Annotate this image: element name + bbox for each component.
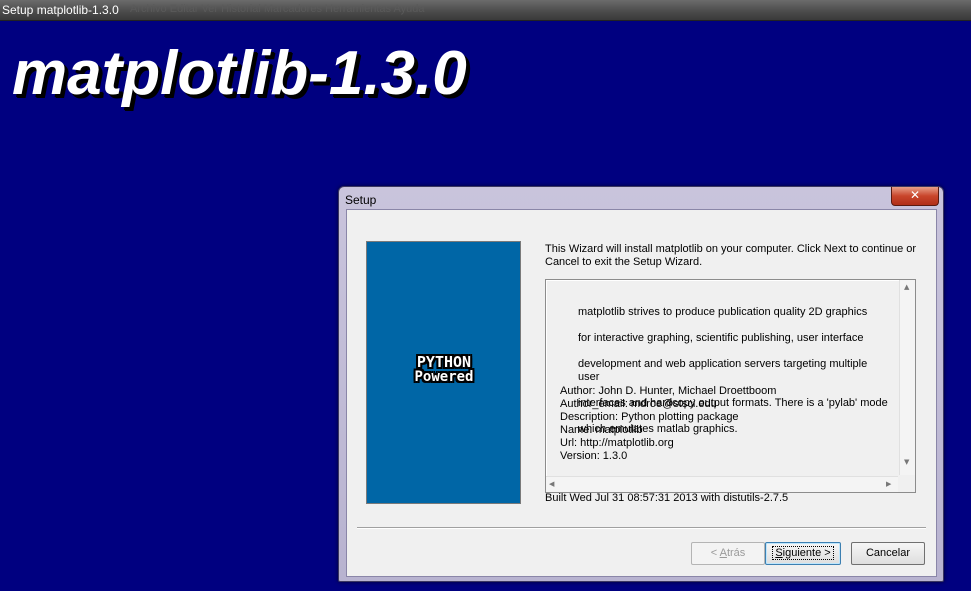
close-button[interactable]: ✕ [891, 187, 939, 206]
description-line: for interactive graphing, scientific pub… [578, 332, 864, 344]
back-button[interactable]: < Atrás [691, 542, 765, 565]
description-line: matplotlib strives to produce publicatio… [578, 306, 868, 318]
next-focus-ring: Siguiente > [772, 546, 834, 560]
python-powered-panel: PYTHON Powered [366, 241, 521, 504]
scroll-left-icon[interactable]: ◀ [549, 480, 554, 488]
back-accel: A [719, 547, 727, 559]
dialog-client-area: PYTHON Powered This Wizard will install … [346, 209, 937, 577]
scroll-down-icon[interactable]: ▼ [904, 458, 909, 466]
button-divider [357, 527, 926, 529]
meta-author: Author: John D. Hunter, Michael Droettbo… [560, 385, 777, 397]
banner-title: matplotlib-1.3.0 [12, 39, 467, 108]
package-info-textbox[interactable]: matplotlib strives to produce publicatio… [545, 279, 916, 493]
package-metadata: Author: John D. Hunter, Michael Droettbo… [560, 385, 880, 463]
vertical-scrollbar[interactable]: ▲ ▼ [899, 280, 915, 475]
meta-description: Description: Python plotting package [560, 411, 739, 423]
background-menu-ghost: Archivo Editar Ver Historial Marcadores … [130, 3, 425, 15]
close-icon: ✕ [909, 188, 921, 202]
next-button[interactable]: Siguiente > [765, 542, 841, 565]
next-label-rest: iguiente > [782, 547, 831, 559]
scroll-up-icon[interactable]: ▲ [904, 283, 909, 291]
setup-dialog: Setup ✕ PYTHON Powered This Wizard will … [338, 186, 944, 582]
back-label-rest: trás [726, 547, 746, 559]
build-info: Built Wed Jul 31 08:57:31 2013 with dist… [545, 492, 789, 504]
next-accel: S [775, 547, 783, 559]
window-title-bar[interactable]: Setup matplotlib-1.3.0 Archivo Editar Ve… [0, 0, 971, 21]
description-line: development and web application servers … [578, 358, 868, 383]
python-powered-logo: PYTHON Powered [403, 355, 485, 385]
window-title: Setup matplotlib-1.3.0 [2, 3, 119, 17]
meta-version: Version: 1.3.0 [560, 450, 628, 462]
meta-author-email: Author_email: mdroe@stsci.edu [560, 398, 717, 410]
wizard-intro-text: This Wizard will install matplotlib on y… [545, 243, 917, 268]
dialog-title: Setup [345, 193, 377, 207]
meta-url: Url: http://matplotlib.org [560, 437, 674, 449]
horizontal-scrollbar[interactable]: ◀ ▶ [546, 476, 898, 492]
scroll-right-icon[interactable]: ▶ [886, 480, 891, 488]
back-prefix: < [710, 547, 720, 559]
logo-line-powered: Powered [414, 369, 474, 385]
meta-name: Name: matplotlib [560, 424, 643, 436]
logo-line-python: PYTHON [416, 353, 472, 371]
cancel-button[interactable]: Cancelar [851, 542, 925, 565]
